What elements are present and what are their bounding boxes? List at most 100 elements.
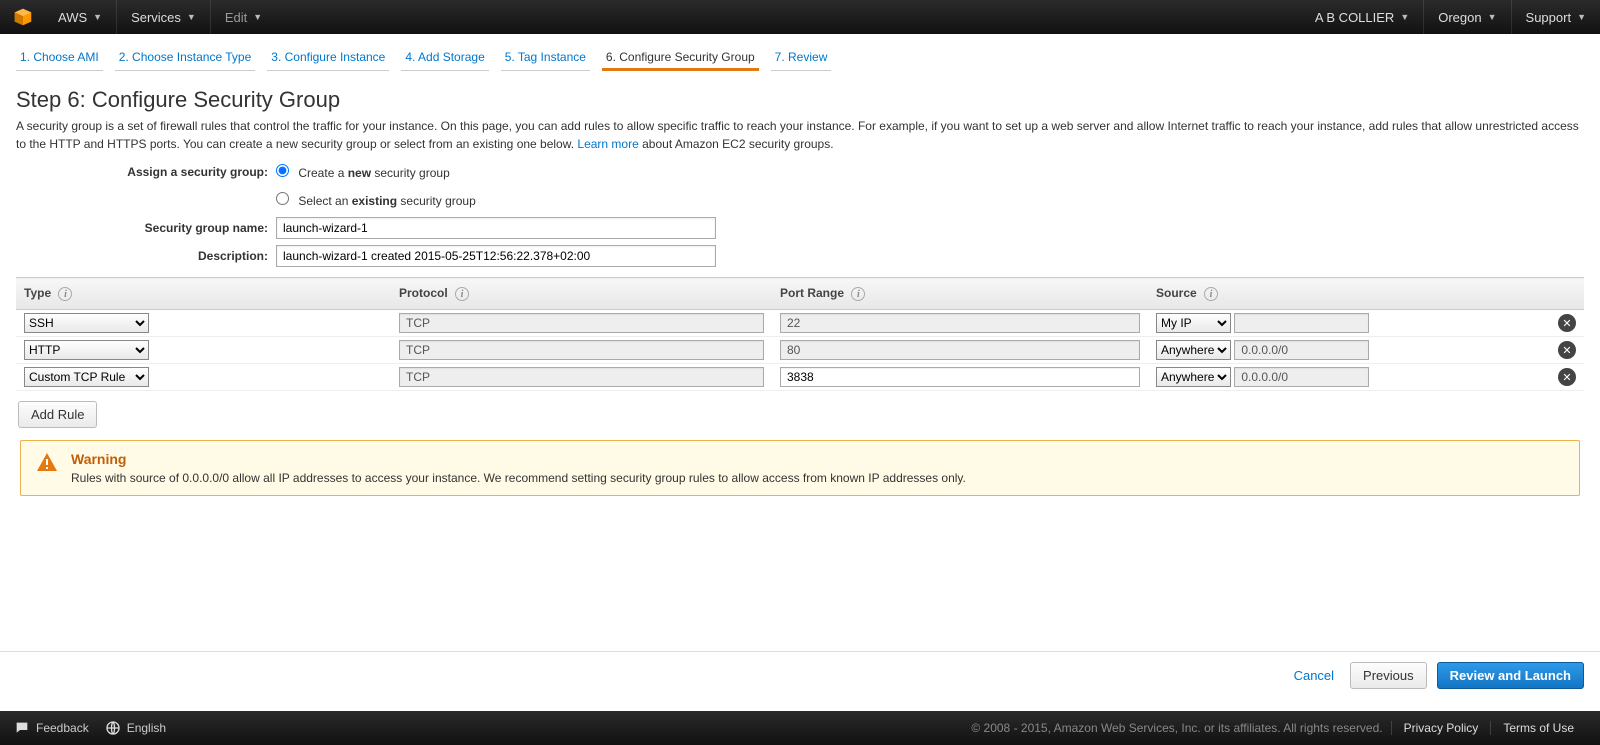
rule-source-select[interactable]: Anywhere [1156,340,1231,360]
assign-label: Assign a security group: [16,165,276,179]
rule-type-select[interactable]: HTTP [24,340,149,360]
table-row: HTTP Anywhere ✕ [16,337,1584,364]
main-content: Step 6: Configure Security Group A secur… [0,71,1600,496]
warning-icon [35,451,59,485]
cancel-button[interactable]: Cancel [1288,667,1340,684]
nav-account[interactable]: A B COLLIER ▼ [1301,0,1424,34]
sg-desc-input[interactable] [276,245,716,267]
footer-feedback[interactable]: Feedback [14,720,89,736]
add-rule-button[interactable]: Add Rule [18,401,97,428]
step-tab-6[interactable]: 6. Configure Security Group [602,44,759,71]
radio-create-new-input[interactable] [276,164,289,177]
rule-source-select[interactable]: Anywhere [1156,367,1231,387]
rule-port-input [780,313,1140,333]
radio-existing-bold: existing [352,194,397,208]
step-tab-3[interactable]: 3. Configure Instance [267,44,389,71]
rule-port-input [780,340,1140,360]
globe-icon [105,720,121,736]
radio-existing-pre: Select an [298,194,351,208]
global-nav: AWS ▼ Services ▼ Edit ▼ A B COLLIER ▼ Or… [0,0,1600,34]
footer-copyright: © 2008 - 2015, Amazon Web Services, Inc.… [971,721,1390,735]
page-title: Step 6: Configure Security Group [16,87,1584,113]
nav-edit[interactable]: Edit ▼ [211,0,276,34]
remove-rule-button[interactable]: ✕ [1558,341,1576,359]
sg-desc-label: Description: [16,249,276,263]
rule-protocol-input [399,313,764,333]
global-footer: Feedback English © 2008 - 2015, Amazon W… [0,711,1600,745]
step-tab-4[interactable]: 4. Add Storage [401,44,488,71]
caret-down-icon: ▼ [93,12,102,22]
nav-region[interactable]: Oregon ▼ [1424,0,1511,34]
nav-services-label: Services [131,10,181,25]
global-nav-left: AWS ▼ Services ▼ Edit ▼ [0,0,276,34]
security-rules-table: Type i Protocol i Port Range i Source i … [16,277,1584,391]
footer-privacy[interactable]: Privacy Policy [1391,721,1491,735]
wizard-steps: 1. Choose AMI 2. Choose Instance Type 3.… [0,34,1600,71]
table-head-type: Type i [16,278,391,310]
step-tab-1[interactable]: 1. Choose AMI [16,44,103,71]
previous-button[interactable]: Previous [1350,662,1427,689]
footer-language-label: English [127,721,166,735]
remove-rule-button[interactable]: ✕ [1558,368,1576,386]
rule-cidr-input [1234,367,1369,387]
footer-terms[interactable]: Terms of Use [1490,721,1586,735]
nav-support[interactable]: Support ▼ [1512,0,1600,34]
step-tab-7[interactable]: 7. Review [771,44,832,71]
nav-region-label: Oregon [1438,10,1481,25]
rule-protocol-input [399,367,764,387]
warning-title: Warning [71,451,966,467]
nav-aws-home[interactable]: AWS ▼ [44,0,117,34]
radio-select-existing[interactable]: Select an existing security group [276,192,476,208]
table-row: Custom TCP Rule Anywhere ✕ [16,364,1584,391]
info-icon[interactable]: i [58,287,72,301]
nav-account-label: A B COLLIER [1315,10,1394,25]
sg-name-label: Security group name: [16,221,276,235]
table-head-remove [1550,278,1584,310]
step-tab-2[interactable]: 2. Choose Instance Type [115,44,256,71]
radio-create-new-post: security group [371,166,450,180]
remove-rule-button[interactable]: ✕ [1558,314,1576,332]
info-icon[interactable]: i [1204,287,1218,301]
table-head-protocol: Protocol i [391,278,772,310]
footer-language[interactable]: English [105,720,166,736]
page-description: A security group is a set of firewall ru… [16,117,1584,153]
caret-down-icon: ▼ [1577,12,1586,22]
caret-down-icon: ▼ [187,12,196,22]
learn-more-link[interactable]: Learn more [577,137,638,151]
caret-down-icon: ▼ [253,12,262,22]
review-and-launch-button[interactable]: Review and Launch [1437,662,1584,689]
rule-source-select[interactable]: My IP [1156,313,1231,333]
wizard-actions: Cancel Previous Review and Launch [0,651,1600,699]
nav-support-label: Support [1526,10,1572,25]
step-tab-5[interactable]: 5. Tag Instance [501,44,590,71]
radio-create-new[interactable]: Create a new security group [276,164,450,180]
radio-select-existing-input[interactable] [276,192,289,205]
rule-type-select[interactable]: Custom TCP Rule [24,367,149,387]
sg-name-input[interactable] [276,217,716,239]
rule-cidr-input [1234,313,1369,333]
chat-icon [14,720,30,736]
caret-down-icon: ▼ [1488,12,1497,22]
info-icon[interactable]: i [851,287,865,301]
warning-text: Rules with source of 0.0.0.0/0 allow all… [71,471,966,485]
caret-down-icon: ▼ [1400,12,1409,22]
nav-aws-home-label: AWS [58,10,87,25]
global-nav-right: A B COLLIER ▼ Oregon ▼ Support ▼ [1301,0,1600,34]
rule-cidr-input [1234,340,1369,360]
rule-type-select[interactable]: SSH [24,313,149,333]
nav-services[interactable]: Services ▼ [117,0,211,34]
radio-create-new-bold: new [348,166,371,180]
sg-assign-form: Assign a security group: Create a new se… [16,159,1584,269]
warning-panel: Warning Rules with source of 0.0.0.0/0 a… [20,440,1580,496]
nav-edit-label: Edit [225,10,247,25]
aws-logo-icon[interactable] [12,6,34,28]
footer-feedback-label: Feedback [36,721,89,735]
table-row: SSH My IP ✕ [16,310,1584,337]
radio-existing-post: security group [397,194,476,208]
table-head-port: Port Range i [772,278,1148,310]
rule-port-input[interactable] [780,367,1140,387]
info-icon[interactable]: i [455,287,469,301]
rule-protocol-input [399,340,764,360]
page-description-text-2: about Amazon EC2 security groups. [642,137,833,151]
radio-create-new-pre: Create a [298,166,347,180]
